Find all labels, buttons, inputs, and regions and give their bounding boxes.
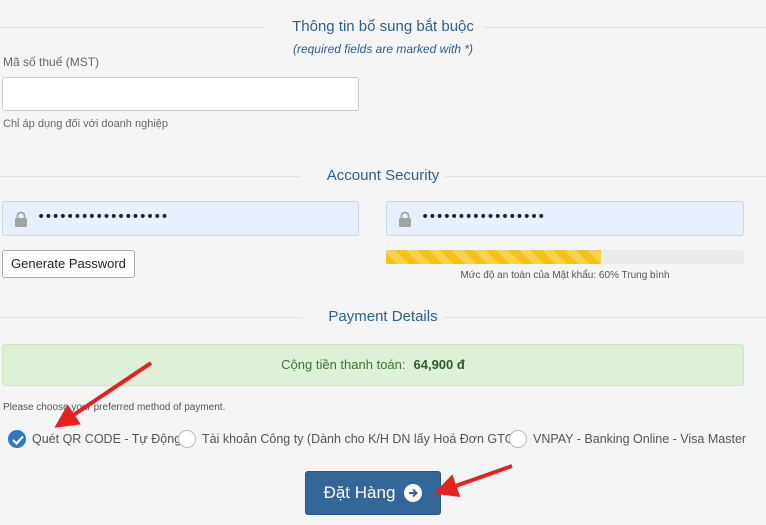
lock-icon: [399, 211, 411, 227]
password-value: ••••••••••••••••••: [37, 209, 169, 225]
radio-vnpay[interactable]: [509, 430, 527, 448]
payment-option-qr-label: Quét QR CODE - Tự Động: [32, 432, 182, 446]
account-security-header: Account Security: [0, 161, 766, 191]
required-info-title: Thông tin bổ sung bắt buộc: [292, 18, 474, 35]
payment-details-header: Payment Details: [0, 302, 766, 332]
required-fields-note: (required fields are marked with *): [292, 42, 474, 56]
arrow-circle-right-icon: [404, 484, 423, 502]
place-order-button[interactable]: Đặt Hàng: [305, 471, 441, 515]
confirm-password-value: •••••••••••••••••: [421, 209, 545, 225]
payment-method-hint: Please choose your preferred method of p…: [3, 402, 226, 413]
confirm-password-input[interactable]: •••••••••••••••••: [386, 201, 744, 236]
annotation-arrow-order: [433, 464, 513, 497]
payment-option-company-label: Tài khoản Công ty (Dành cho K/H DN lấy H…: [202, 432, 527, 446]
tax-code-label: Mã số thuế (MST): [3, 55, 100, 69]
password-input[interactable]: ••••••••••••••••••: [2, 201, 359, 236]
payment-details-title: Payment Details: [328, 308, 438, 325]
payment-option-qr[interactable]: Quét QR CODE - Tự Động: [8, 430, 181, 448]
required-info-header: Thông tin bổ sung bắt buộc: [0, 12, 766, 42]
tax-code-input[interactable]: [2, 77, 359, 111]
place-order-label: Đặt Hàng: [323, 483, 396, 502]
total-amount-box: Cộng tiền thanh toán: 64,900 đ: [2, 344, 744, 386]
radio-company[interactable]: [178, 430, 196, 448]
tax-code-help: Chỉ áp dụng đối với doanh nghiệp: [3, 118, 169, 130]
lock-icon: [15, 211, 27, 227]
generate-password-button[interactable]: Generate Password: [2, 250, 135, 278]
payment-option-company[interactable]: Tài khoản Công ty (Dành cho K/H DN lấy H…: [178, 430, 526, 448]
password-strength-text: Mức độ an toàn của Mật khẩu: 60% Trung b…: [460, 270, 670, 281]
payment-option-vnpay-label: VNPAY - Banking Online - Visa Master: [533, 432, 747, 446]
check-icon: [12, 435, 24, 445]
radio-qr[interactable]: [8, 430, 26, 448]
payment-option-vnpay[interactable]: VNPAY - Banking Online - Visa Master: [509, 430, 746, 448]
password-strength-bar: [386, 250, 744, 264]
password-strength-fill: [386, 250, 601, 264]
total-label: Cộng tiền thanh toán:: [281, 357, 406, 372]
total-value: 64,900 đ: [413, 357, 465, 372]
account-security-title: Account Security: [326, 167, 440, 184]
